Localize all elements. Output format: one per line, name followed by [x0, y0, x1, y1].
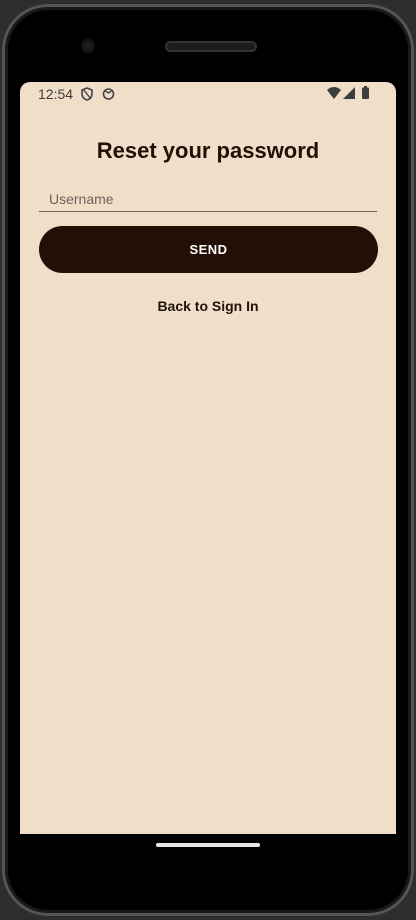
wifi-icon: [327, 87, 341, 99]
username-field[interactable]: [39, 186, 377, 212]
face-icon: [102, 88, 115, 100]
app-screen: 12:54 Reset your password SEND B: [20, 82, 396, 834]
signal-icon: [343, 87, 355, 99]
device-frame: 12:54 Reset your password SEND B: [0, 0, 416, 920]
status-time: 12:54: [38, 86, 74, 102]
home-indicator[interactable]: [156, 843, 260, 847]
send-button[interactable]: SEND: [39, 226, 378, 273]
back-to-sign-in-link[interactable]: Back to Sign In: [20, 298, 396, 314]
front-camera: [81, 39, 95, 53]
earpiece-speaker: [165, 41, 257, 52]
status-bar: 12:54: [20, 82, 396, 106]
page-title: Reset your password: [96, 138, 320, 163]
battery-icon: [362, 86, 369, 99]
shield-icon: [81, 87, 93, 101]
